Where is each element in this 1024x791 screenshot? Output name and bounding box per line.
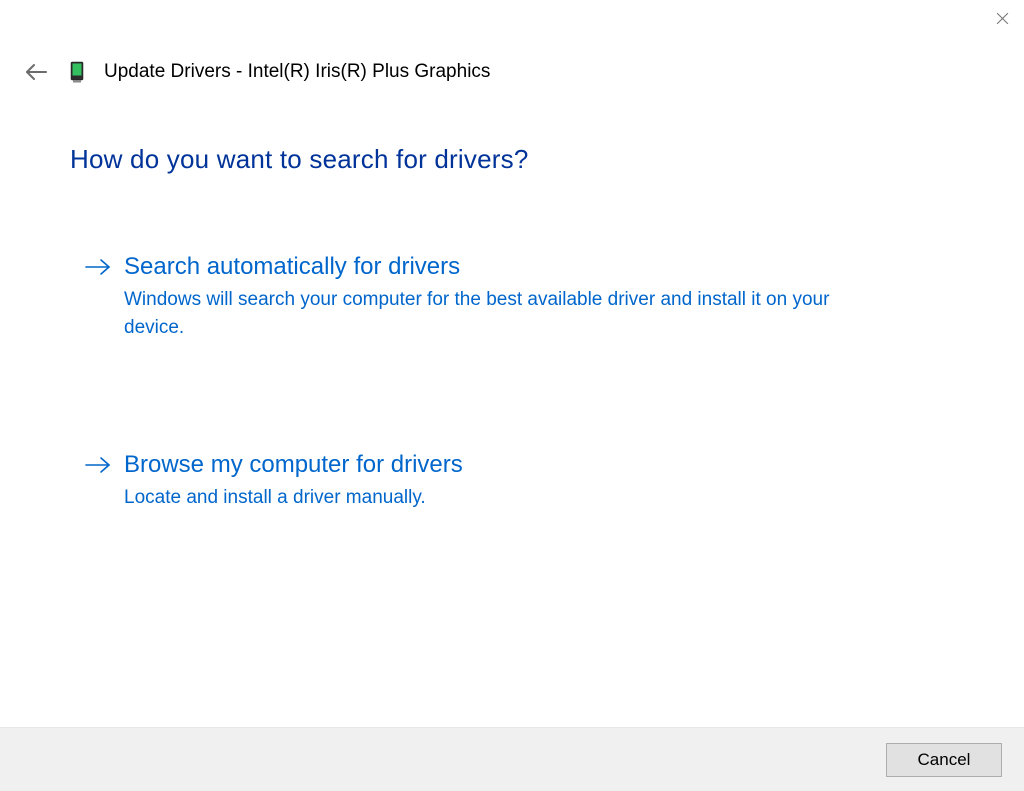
back-button[interactable] bbox=[22, 58, 50, 86]
option-description: Locate and install a driver manually. bbox=[124, 484, 884, 512]
close-button[interactable] bbox=[992, 8, 1012, 28]
option-text: Browse my computer for drivers Locate an… bbox=[124, 449, 884, 512]
option-browse-computer[interactable]: Browse my computer for drivers Locate an… bbox=[70, 449, 954, 512]
option-description: Windows will search your computer for th… bbox=[124, 286, 884, 341]
cancel-button[interactable]: Cancel bbox=[886, 743, 1002, 777]
arrow-right-icon bbox=[84, 251, 112, 341]
close-icon bbox=[996, 12, 1009, 25]
titlebar bbox=[0, 0, 1024, 40]
option-search-automatically[interactable]: Search automatically for drivers Windows… bbox=[70, 251, 954, 341]
header-row: Update Drivers - Intel(R) Iris(R) Plus G… bbox=[0, 40, 1024, 86]
device-icon bbox=[68, 59, 86, 85]
update-drivers-dialog: Update Drivers - Intel(R) Iris(R) Plus G… bbox=[0, 0, 1024, 791]
option-title: Search automatically for drivers bbox=[124, 251, 884, 282]
option-text: Search automatically for drivers Windows… bbox=[124, 251, 884, 341]
content-area: How do you want to search for drivers? S… bbox=[0, 86, 1024, 727]
page-heading: How do you want to search for drivers? bbox=[70, 144, 954, 175]
arrow-right-icon bbox=[84, 449, 112, 512]
back-arrow-icon bbox=[24, 60, 48, 84]
option-title: Browse my computer for drivers bbox=[124, 449, 884, 480]
footer-bar: Cancel bbox=[0, 727, 1024, 791]
window-title: Update Drivers - Intel(R) Iris(R) Plus G… bbox=[104, 61, 490, 83]
